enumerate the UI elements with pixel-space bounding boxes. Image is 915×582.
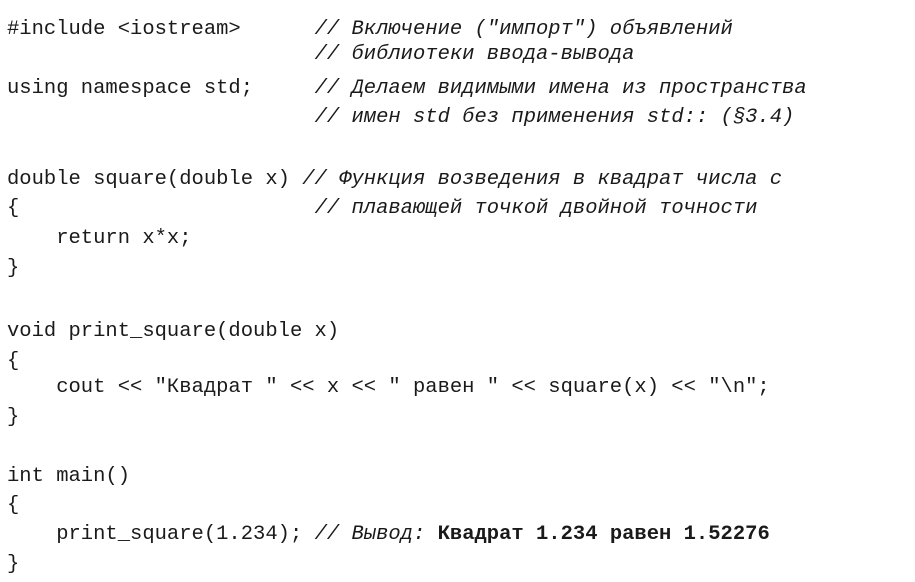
code-text: return x*x; <box>7 227 192 250</box>
code-line: return x*x; <box>7 227 192 251</box>
code-comment: // Вывод: <box>314 523 438 546</box>
code-line: void print_square(double x) <box>7 320 339 344</box>
code-text: double square(double x) <box>7 168 303 191</box>
code-comment: // Функция возведения в квадрат числа с <box>302 168 783 191</box>
code-line: // имен std без применения std:: (§3.4) <box>7 106 795 130</box>
code-text: print_square(1.234); <box>7 523 315 546</box>
code-line: { // плавающей точкой двойной точности <box>7 197 757 221</box>
code-text: #include <iostream> <box>7 18 315 41</box>
code-text: using namespace std; <box>7 77 315 100</box>
code-line: int main() <box>7 465 130 489</box>
code-line: { <box>7 350 19 374</box>
code-text: } <box>7 406 20 429</box>
code-comment: // Включение ("импорт") объявлений <box>314 18 733 41</box>
code-text: } <box>7 553 20 576</box>
code-line: { <box>7 494 19 518</box>
code-comment: // имен std без применения std:: (§3.4) <box>314 106 795 129</box>
code-text: cout << "Квадрат " << x << " равен " << … <box>7 376 770 399</box>
code-line: double square(double x) // Функция возве… <box>7 168 782 192</box>
code-listing: #include <iostream> // Включение ("импор… <box>7 18 807 576</box>
code-text: { <box>7 350 20 373</box>
code-text: } <box>7 257 20 280</box>
code-comment: // плавающей точкой двойной точности <box>314 197 758 220</box>
program-output: Квадрат 1.234 равен 1.52276 <box>437 523 770 546</box>
code-comment: // Делаем видимыми имена из пространства <box>314 77 807 100</box>
code-text: { <box>7 197 315 220</box>
code-text: void print_square(double x) <box>7 320 340 343</box>
code-line: } <box>7 406 19 430</box>
code-line: #include <iostream> // Включение ("импор… <box>7 18 733 42</box>
code-text: { <box>7 494 20 517</box>
code-line: // библиотеки ввода-вывода <box>7 43 635 67</box>
code-line: } <box>7 553 19 577</box>
code-line: print_square(1.234); // Вывод: Квадрат 1… <box>7 523 770 547</box>
code-comment: // библиотеки ввода-вывода <box>314 43 635 66</box>
code-line: using namespace std; // Делаем видимыми … <box>7 77 807 101</box>
code-line: } <box>7 257 19 281</box>
code-line: cout << "Квадрат " << x << " равен " << … <box>7 376 770 400</box>
code-text: int main() <box>7 465 131 488</box>
